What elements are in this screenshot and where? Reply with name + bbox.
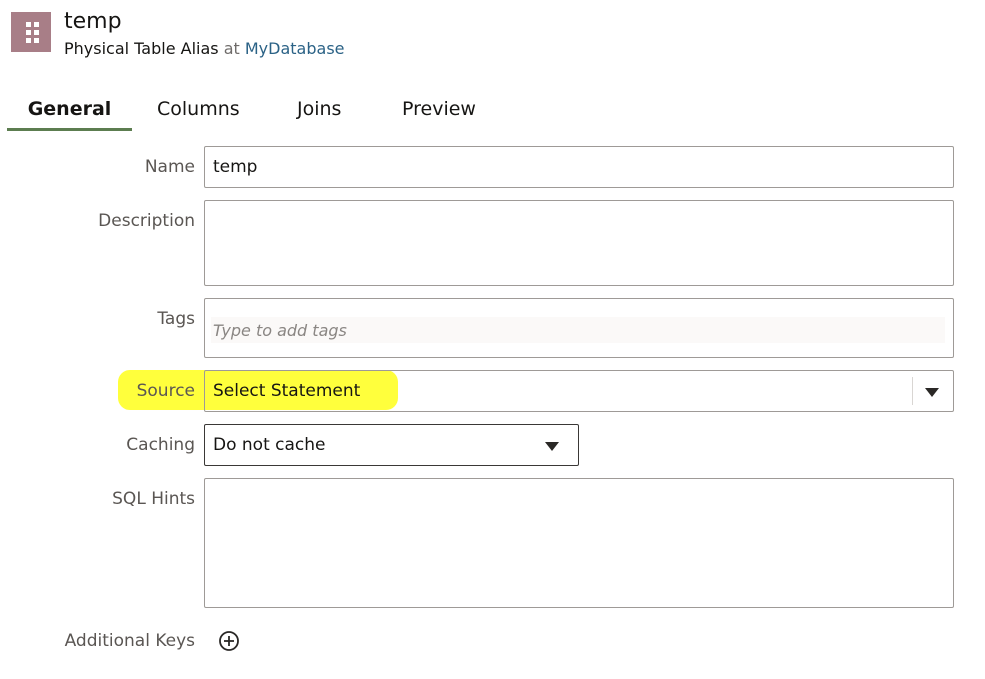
tab-preview[interactable]: Preview [402, 90, 476, 131]
caching-select[interactable]: Do not cache [204, 424, 579, 466]
plus-circle-icon[interactable] [218, 630, 240, 652]
name-field[interactable]: temp [204, 146, 954, 188]
tags-label: Tags [157, 309, 195, 329]
source-select-divider [912, 377, 913, 405]
description-field[interactable] [204, 200, 954, 286]
caching-label: Caching [126, 435, 195, 455]
page-title: temp [64, 9, 122, 34]
source-select-value: Select Statement [213, 381, 361, 401]
description-label: Description [98, 211, 195, 231]
sql-hints-label: SQL Hints [112, 489, 195, 509]
additional-keys-label: Additional Keys [64, 631, 195, 651]
source-label: Source [136, 381, 195, 401]
tab-columns[interactable]: Columns [157, 90, 240, 131]
page-subtitle: Physical Table Alias at MyDatabase [64, 39, 345, 59]
name-label: Name [144, 157, 195, 177]
object-type-label: Physical Table Alias [64, 39, 219, 58]
name-field-value: temp [213, 157, 258, 177]
chevron-down-icon[interactable] [925, 388, 939, 397]
tab-joins[interactable]: Joins [297, 90, 341, 131]
tags-field[interactable] [204, 298, 954, 358]
caching-select-value: Do not cache [213, 435, 326, 455]
table-grid-icon [11, 12, 51, 52]
subtitle-at-text: at [223, 39, 240, 58]
database-link[interactable]: MyDatabase [245, 39, 345, 58]
chevron-down-icon[interactable] [545, 442, 559, 451]
tags-input[interactable] [211, 317, 945, 343]
sql-hints-field[interactable] [204, 478, 954, 608]
tab-general[interactable]: General [7, 90, 132, 131]
source-select[interactable]: Select Statement [204, 370, 954, 412]
